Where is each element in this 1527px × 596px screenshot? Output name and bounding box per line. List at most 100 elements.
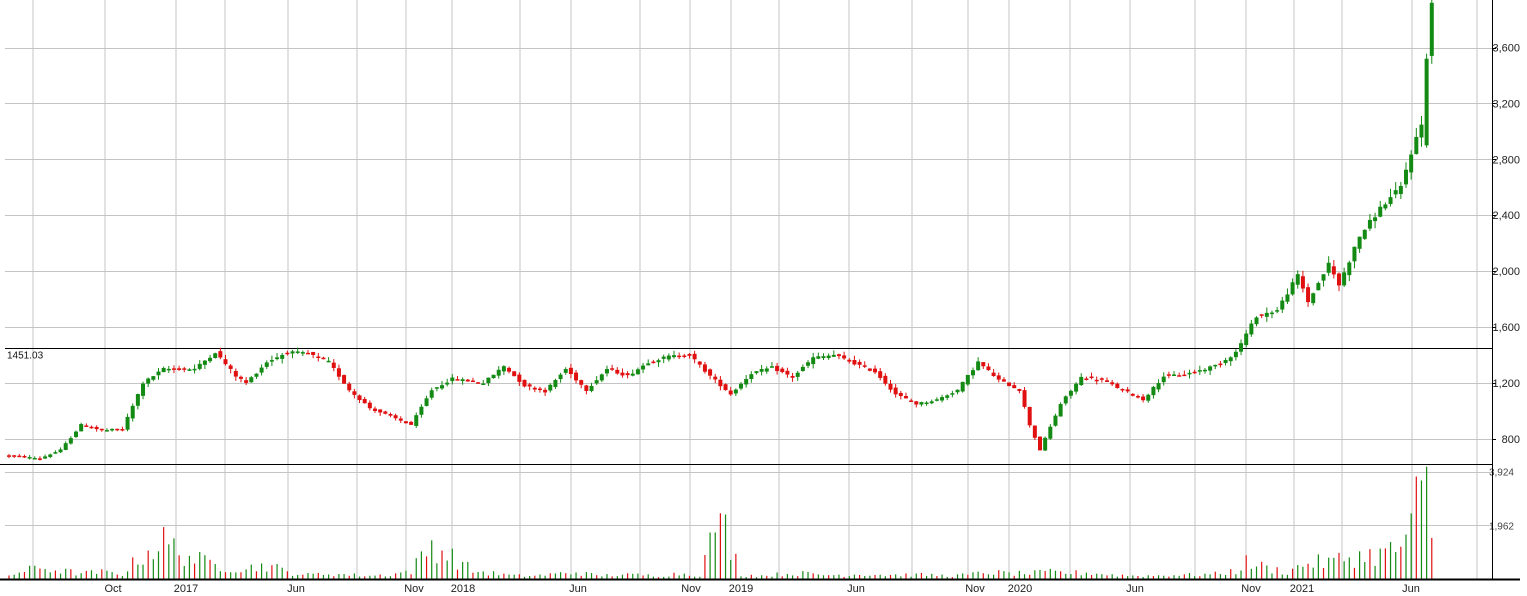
- candle-body: [233, 370, 238, 377]
- candle-body: [1125, 389, 1130, 392]
- candle-body: [1182, 374, 1187, 377]
- candle-body: [1280, 300, 1285, 310]
- candle-body: [218, 351, 223, 358]
- candle-body: [553, 380, 558, 387]
- y-tick-label: 800: [1502, 434, 1520, 446]
- candle-body: [1094, 379, 1099, 382]
- candle-body: [1347, 262, 1352, 276]
- candle-body: [249, 377, 254, 383]
- candle-body: [543, 389, 548, 393]
- candle-body: [1099, 378, 1104, 380]
- candle-body: [146, 378, 151, 384]
- candle-body: [290, 351, 295, 354]
- candle-body: [1331, 266, 1336, 275]
- candle-body: [1166, 374, 1171, 376]
- candle-body: [831, 354, 836, 357]
- candle-body: [842, 355, 847, 359]
- candle-body: [357, 395, 362, 401]
- candle-body: [641, 365, 646, 370]
- candle-body: [135, 394, 140, 406]
- candle-body: [630, 373, 635, 376]
- candle-body: [7, 455, 11, 457]
- candle-body: [976, 361, 981, 371]
- candle-body: [182, 368, 187, 370]
- candle-body: [769, 366, 774, 368]
- candle-body: [1213, 364, 1218, 367]
- candle-body: [424, 398, 429, 406]
- candle-body: [17, 455, 22, 458]
- candle-body: [852, 360, 857, 365]
- candle-body: [1300, 276, 1305, 289]
- candle-body: [950, 393, 955, 395]
- candle-body: [156, 371, 161, 376]
- candle-body: [43, 456, 48, 459]
- candle-body: [1269, 312, 1274, 315]
- candle-body: [604, 369, 609, 374]
- candle-body: [48, 454, 53, 457]
- candle-body: [1032, 425, 1037, 438]
- candle-body: [275, 357, 280, 360]
- candle-body: [264, 362, 269, 367]
- candle-body: [403, 421, 408, 424]
- candle-body: [476, 382, 481, 384]
- candle-body: [512, 371, 517, 377]
- candle-body: [1259, 314, 1264, 316]
- candle-body: [945, 395, 950, 398]
- candle-body: [187, 369, 192, 371]
- candle-body: [362, 399, 367, 404]
- candle-body: [130, 405, 135, 419]
- candle-body: [336, 368, 341, 377]
- candle-body: [1079, 376, 1084, 386]
- x-tick-label: 2017: [174, 583, 198, 595]
- candle-body: [120, 429, 125, 431]
- candle-body: [532, 387, 537, 390]
- candle-body: [321, 357, 326, 360]
- candle-body: [223, 359, 228, 365]
- candle-body: [574, 372, 579, 381]
- y-tick-label: 1,600: [1492, 322, 1520, 334]
- candle-body: [1084, 378, 1089, 380]
- candle-body: [228, 365, 233, 369]
- candle-body: [965, 374, 970, 385]
- candle-body: [1414, 136, 1419, 155]
- x-tick-label: 2020: [1008, 583, 1032, 595]
- candle-body: [1223, 360, 1228, 364]
- candle-body: [1187, 372, 1192, 375]
- candle-body: [501, 366, 506, 372]
- candle-body: [1367, 219, 1372, 229]
- candle-body: [1058, 404, 1063, 417]
- candle-body: [450, 377, 455, 382]
- candle-body: [1398, 185, 1403, 195]
- candle-body: [12, 455, 17, 457]
- candle-body: [749, 374, 754, 380]
- candle-body: [1218, 363, 1223, 366]
- candle-body: [924, 402, 929, 405]
- candle-body: [599, 374, 604, 381]
- candle-body: [352, 391, 357, 395]
- x-tick-label: Nov: [965, 583, 985, 595]
- candle-body: [171, 368, 176, 370]
- y-tick-label: 3,200: [1492, 98, 1520, 110]
- chart-background: [0, 0, 1527, 596]
- candle-body: [269, 360, 274, 362]
- candle-body: [486, 377, 491, 383]
- candle-body: [125, 416, 130, 430]
- candle-body: [470, 380, 475, 383]
- candle-body: [759, 369, 764, 372]
- candle-body: [970, 370, 975, 376]
- candle-body: [883, 375, 888, 384]
- candle-body: [316, 356, 321, 359]
- candle-body: [1043, 437, 1048, 451]
- y-tick-label: 2,400: [1492, 210, 1520, 222]
- candle-body: [89, 426, 94, 429]
- candle-body: [527, 384, 532, 387]
- candle-body: [1074, 383, 1079, 392]
- candle-body: [1197, 370, 1202, 372]
- candle-body: [795, 372, 800, 377]
- candle-body: [1027, 406, 1032, 426]
- candle-body: [764, 368, 769, 372]
- candle-body: [857, 361, 862, 365]
- candle-body: [594, 380, 599, 384]
- candle-body: [434, 387, 439, 389]
- candle-body: [1383, 204, 1388, 209]
